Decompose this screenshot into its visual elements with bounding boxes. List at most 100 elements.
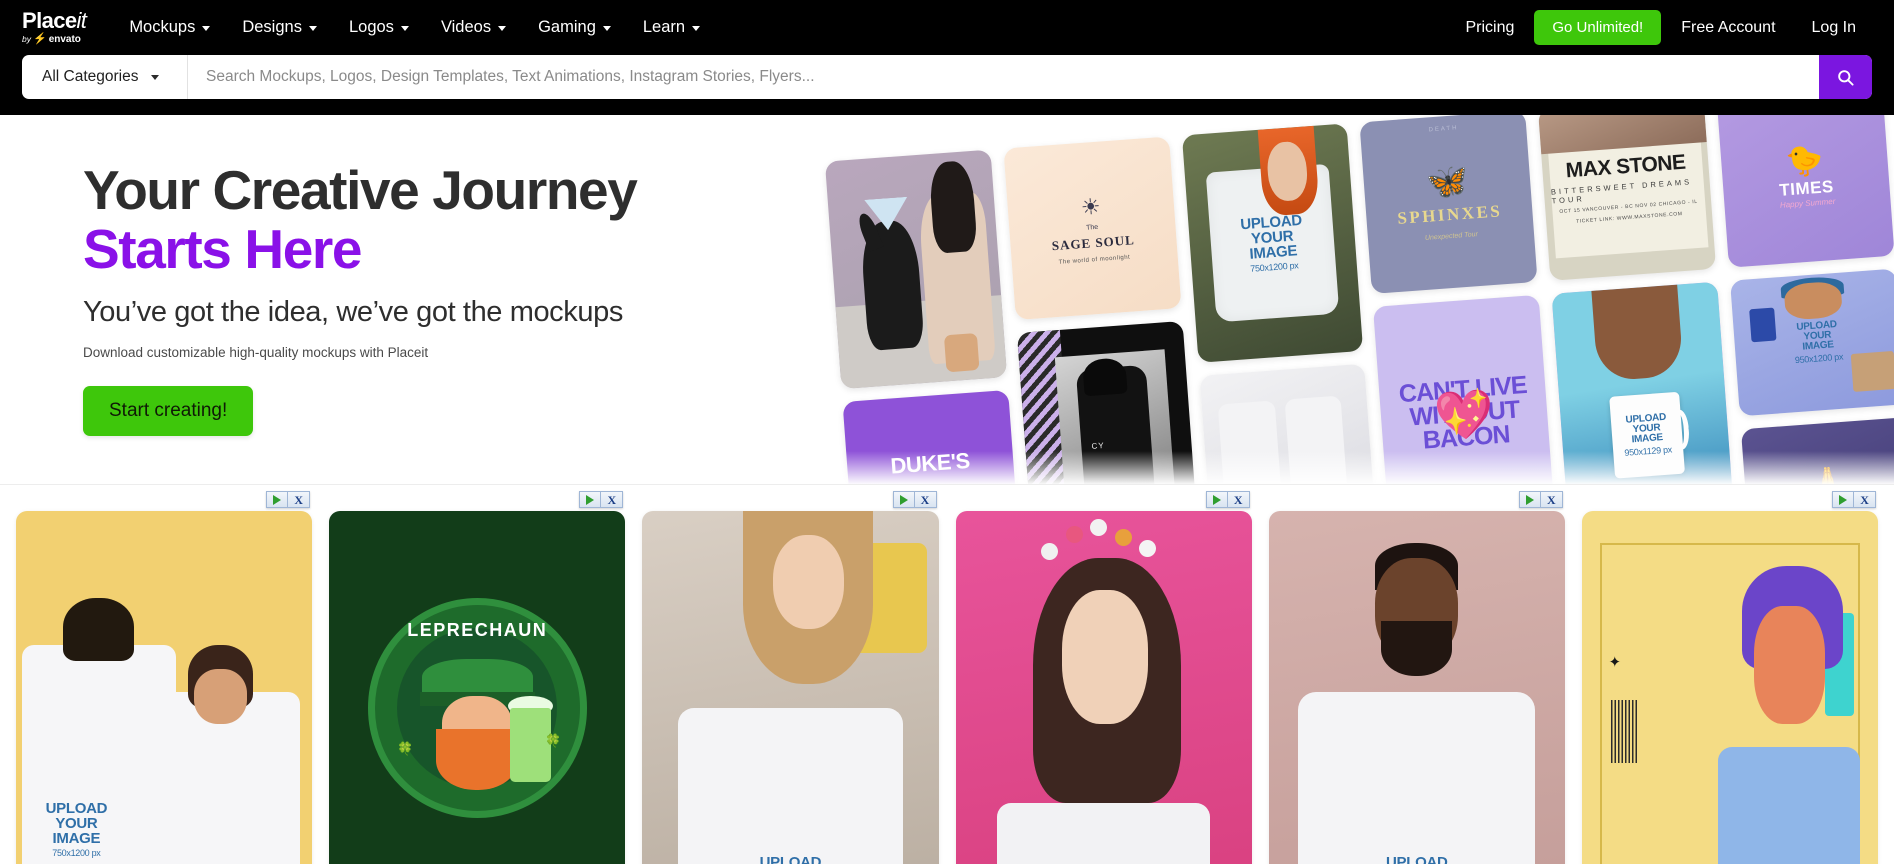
nav-label: Logos — [348, 18, 394, 36]
start-creating-button[interactable]: Start creating! — [83, 385, 254, 436]
logo-byline: by ⚡ envato — [22, 33, 81, 45]
ad-card-man-hoodie[interactable]: UPLOAD YOUR — [1268, 511, 1565, 864]
close-icon: X — [1233, 492, 1243, 507]
collage-tile-times[interactable]: 🐤 TIMES Happy Summer — [1716, 115, 1894, 268]
upload-placeholder-text: UPLOAD YOUR — [759, 854, 822, 864]
ad-choices-badge: X — [892, 491, 937, 508]
collage-tile-sage-soul[interactable]: ☀ The SAGE SOUL The world of moonlight — [1003, 136, 1182, 321]
ad-close-button[interactable]: X — [1854, 492, 1875, 507]
collage-tile-mug-mockup[interactable]: UPLOAD YOUR IMAGE 950x1129 px — [1551, 281, 1734, 485]
close-icon: X — [1547, 492, 1556, 507]
ad-play-button[interactable] — [1520, 492, 1541, 507]
nav-item-designs[interactable]: Designs — [229, 10, 330, 45]
upload-placeholder-text: UPLOAD YOUR IMAGE 950x1200 px — [1794, 319, 1844, 366]
nav-item-mockups[interactable]: Mockups — [116, 10, 223, 45]
nav-label: Gaming — [538, 18, 596, 36]
ad-play-button[interactable] — [580, 492, 602, 507]
ad-close-button[interactable]: X — [1541, 492, 1562, 507]
nav-label: Videos — [440, 18, 492, 36]
ad-card-cyberpunk-art[interactable]: ✦ — [1581, 511, 1879, 864]
nav-label: Learn — [642, 18, 686, 36]
hero-description: Download customizable high-quality mocku… — [83, 344, 429, 360]
barcode-graphic — [1611, 700, 1639, 764]
search-bar-container: All Categories — [0, 55, 1894, 115]
ad-cell: X UPLOAD YOUR — [1268, 485, 1565, 864]
go-unlimited-button[interactable]: Go Unlimited! — [1534, 10, 1662, 45]
nav-item-videos[interactable]: Videos — [428, 10, 519, 45]
search-input[interactable] — [188, 55, 1819, 99]
log-in-link[interactable]: Log In — [1796, 11, 1872, 45]
collage-tile-bacon-poster[interactable]: CAN'T LIVE WITHOUT BACON 💖 — [1373, 294, 1556, 485]
tile-subtitle: The world of moonlight — [1058, 254, 1131, 266]
play-icon — [586, 494, 595, 505]
ad-choices-badge: X — [266, 491, 311, 508]
ad-card-couple-tshirt[interactable]: UPLOAD YOUR IMAGE 750x1200 px — [16, 511, 313, 864]
category-select[interactable]: All Categories — [22, 55, 188, 99]
hero-title-line1: Your Creative Journey — [83, 159, 638, 221]
ad-close-button[interactable]: X — [601, 492, 622, 507]
star-icon: ✦ — [1608, 653, 1622, 671]
close-icon: X — [607, 492, 617, 507]
collage-tile-dukes[interactable]: DUKE'S — [842, 389, 1018, 485]
collage-column: DEATH 🦋 SPHINXES Unexpected Tour CAN'T L… — [1359, 115, 1560, 485]
collage-column: UPLOAD YOUR IMAGE 750x1200 px — [1181, 123, 1382, 485]
collage-column: 🐤 TIMES Happy Summer UPLOAD YOUR IMAGE 9… — [1716, 115, 1894, 485]
hands-icon: 🙏 — [1808, 465, 1848, 485]
collage-tile-cyber-streetwear[interactable]: CY — [1016, 320, 1199, 485]
ad-play-button[interactable] — [894, 492, 915, 507]
top-navigation-bar: Placeit by ⚡ envato Mockups Designs Logo… — [0, 0, 1894, 55]
chevron-down-icon — [498, 26, 507, 31]
tile-title: SPHINXES — [1396, 200, 1503, 228]
nav-label: Mockups — [129, 18, 196, 36]
nav-item-gaming[interactable]: Gaming — [525, 10, 624, 45]
logo-title: LEPRECHAUN — [407, 619, 548, 640]
hero-title-line2: Starts Here — [83, 218, 362, 281]
clover-icon: 🍀 — [545, 733, 562, 749]
ad-card-flower-crown-tshirt[interactable] — [955, 511, 1252, 864]
category-select-label: All Categories — [42, 68, 139, 85]
tile-top-text: DEATH — [1428, 125, 1459, 134]
chevron-down-icon — [400, 26, 409, 31]
play-icon — [899, 494, 908, 505]
collage-tile-delivery-tshirt[interactable]: UPLOAD YOUR IMAGE 950x1200 px — [1730, 268, 1894, 417]
chevron-down-icon — [692, 26, 701, 31]
tile-subtitle: Unexpected Tour — [1424, 230, 1479, 242]
ad-play-button[interactable] — [1833, 492, 1855, 507]
collage-tile-couple-hoodie[interactable] — [1199, 363, 1375, 485]
tile-title: SAGE SOUL — [1051, 231, 1136, 253]
ad-play-button[interactable] — [267, 492, 289, 507]
ad-play-button[interactable] — [1207, 492, 1228, 507]
nav-item-learn[interactable]: Learn — [630, 10, 713, 45]
tile-prefix: The — [1085, 223, 1099, 232]
upload-placeholder-text: UPLOAD YOUR IMAGE 750x1200 px — [1239, 211, 1303, 274]
ad-card-woman-tshirt[interactable]: UPLOAD YOUR — [642, 511, 939, 864]
search-bar: All Categories — [22, 55, 1872, 99]
moth-icon: 🦋 — [1424, 161, 1470, 203]
chevron-down-icon — [602, 26, 611, 31]
collage-tile-dog-bandana[interactable] — [824, 149, 1007, 390]
collage-tile-tshirt-girl[interactable]: UPLOAD YOUR IMAGE 750x1200 px — [1181, 123, 1364, 363]
search-submit-button[interactable] — [1819, 55, 1872, 99]
ad-choices-badge: X — [1205, 491, 1250, 508]
collage-tile-meditations[interactable]: 🙏 MEDITATIONS — [1741, 417, 1894, 485]
ad-cell: X — [955, 485, 1252, 864]
ad-close-button[interactable]: X — [915, 492, 936, 507]
ad-card-leprechaun-logo[interactable]: LEPRECHAUN 🍀 🍀 — [329, 511, 626, 864]
ad-choices-badge: X — [1832, 491, 1877, 508]
tile-label: CY — [1091, 440, 1106, 451]
collage-column: MAX STONE BITTERSWEET DREAMS TOUR OCT 15… — [1538, 115, 1738, 485]
placeit-logo[interactable]: Placeit by ⚡ envato — [22, 10, 87, 45]
chevron-down-icon — [308, 26, 317, 31]
free-account-link[interactable]: Free Account — [1665, 11, 1791, 45]
collage-tile-sphinxes[interactable]: DEATH 🦋 SPHINXES Unexpected Tour — [1359, 115, 1538, 294]
nav-label: Designs — [242, 18, 302, 36]
close-icon: X — [920, 492, 930, 507]
collage-tile-max-stone[interactable]: MAX STONE BITTERSWEET DREAMS TOUR OCT 15… — [1538, 115, 1717, 281]
chevron-down-icon — [202, 26, 211, 31]
nav-item-logos[interactable]: Logos — [336, 10, 422, 45]
pricing-link[interactable]: Pricing — [1449, 11, 1530, 45]
ad-close-button[interactable]: X — [288, 492, 309, 507]
promoted-mockups-row: X UPLOAD YOUR IMAGE 750x1200 px X LEPREC… — [0, 485, 1894, 864]
mockup-collage: DUKE'S ☀ The SAGE SOUL The world of moon… — [815, 115, 1894, 485]
ad-close-button[interactable]: X — [1228, 492, 1249, 507]
